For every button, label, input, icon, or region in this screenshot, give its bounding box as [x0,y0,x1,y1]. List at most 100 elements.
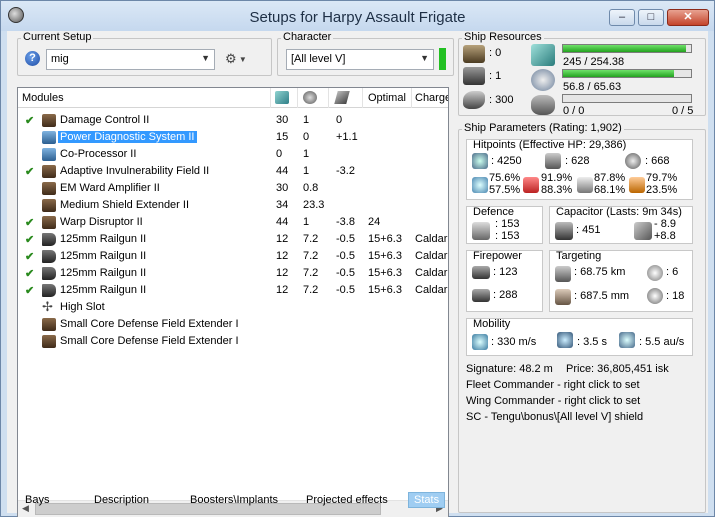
module-row[interactable]: ✔ Damage Control II 30 1 0 [18,112,448,129]
high-slot-icon: ✢ [42,299,53,312]
module-row[interactable]: ✔ 125mm Railgun II 12 7.2 -0.5 15+6.3 Caldari [18,231,448,248]
online-check-icon[interactable]: ✔ [25,284,34,297]
module-name: Co-Processor II [60,148,137,160]
module-optimal: 15+6.3 [368,250,402,262]
structure-hp: : 668 [645,155,670,167]
module-powergrid: 7.2 [303,284,319,296]
module-row[interactable]: Small Core Defense Field Extender I [18,316,448,333]
module-icon [42,199,56,212]
turret-dps: : 123 [493,266,518,278]
powergrid-column-icon[interactable] [303,91,317,104]
cpu-column-icon[interactable] [275,91,289,104]
module-name: Damage Control II [60,114,150,126]
module-row[interactable]: Co-Processor II 0 1 [18,146,448,163]
minimize-button[interactable]: – [609,9,635,26]
header-charge[interactable]: Charge [415,92,448,104]
armor-icon [545,153,561,169]
character-select[interactable]: [All level V] ▼ [286,49,434,70]
cpu-bar-fill [563,45,687,52]
module-capacitor: 0 [336,114,343,126]
align-time-icon [557,332,573,348]
targeting-label: Targeting [556,250,602,262]
module-icon [42,284,56,297]
module-row[interactable]: ✢ High Slot [18,299,448,316]
powergrid-bar-fill [563,70,674,77]
powergrid-bar [562,69,692,78]
module-row[interactable]: ✔ Adaptive Invulnerability Field II 44 1 -3.… [18,163,448,180]
modules-list[interactable]: Modules Optimal Charge ✔ Damage Control I… [17,87,449,517]
module-cpu: 12 [276,233,289,245]
tools-menu-icon[interactable]: ⚙ ▼ [225,51,259,67]
tab-description[interactable]: Description [94,494,149,506]
module-cpu: 12 [276,284,289,296]
module-row[interactable]: ✔ Warp Disruptor II 44 1 -3.8 24 [18,214,448,231]
drone-bandwidth-icon [531,95,555,115]
module-row[interactable]: ✔ 125mm Railgun II 12 7.2 -0.5 15+6.3 Caldari [18,282,448,299]
module-name: High Slot [60,301,105,313]
module-name: Small Core Defense Field Extender I [60,335,239,347]
module-row[interactable]: ✔ 125mm Railgun II 12 7.2 -0.5 15+6.3 Caldari [18,248,448,265]
online-check-icon[interactable]: ✔ [25,114,34,127]
module-row[interactable]: Small Core Defense Field Extender I [18,333,448,350]
ship-resources-label: Ship Resources [462,31,544,43]
signature-text: Signature: 48.2 m [466,363,553,375]
module-powergrid: 7.2 [303,267,319,279]
fleet-commander-text[interactable]: Fleet Commander - right click to set [466,379,640,391]
resist-kinetic-a: 87.8% [594,172,626,184]
armor-hp: : 628 [565,155,590,167]
setup-select[interactable]: mig ▼ [46,49,215,70]
wing-commander-text[interactable]: Wing Commander - right click to set [466,395,640,407]
module-name: Warp Disruptor II [60,216,143,228]
targeting-range-icon [555,266,571,282]
maximize-button[interactable]: □ [638,9,664,26]
capacitor-amount: : 451 [576,224,601,236]
module-cpu: 30 [276,114,289,126]
module-cpu: 0 [276,148,283,160]
squad-commander-text[interactable]: SC - Tengu\bonus\[All level V] shield [466,411,643,423]
explosive-resist-icon [629,177,645,193]
module-row[interactable]: ✔ 125mm Railgun II 12 7.2 -0.5 15+6.3 Caldari [18,265,448,282]
capacitor-icon [555,222,573,240]
ship-parameters-group: Ship Parameters (Rating: 1,902) Hitpoint… [458,122,706,513]
chevron-down-icon: ▼ [201,53,210,63]
powergrid-usage: 56.8 / 65.63 [563,81,622,93]
module-row[interactable]: Medium Shield Extender II 34 23.3 [18,197,448,214]
module-cpu: 30 [276,182,289,194]
header-optimal[interactable]: Optimal [368,92,406,104]
window: Setups for Harpy Assault Frigate – □ ✕ C… [0,0,715,517]
max-velocity: : 330 m/s [491,336,537,348]
online-check-icon[interactable]: ✔ [25,250,34,263]
module-powergrid: 1 [303,148,310,160]
launcher-hardpoint-icon [463,67,485,85]
module-cpu: 12 [276,267,289,279]
tab-projected-effects[interactable]: Projected effects [306,494,388,506]
module-row[interactable]: EM Ward Amplifier II 30 0.8 [18,180,448,197]
online-check-icon[interactable]: ✔ [25,165,34,178]
module-name: EM Ward Amplifier II [60,182,160,194]
module-cpu: 44 [276,165,289,177]
header-modules[interactable]: Modules [22,92,64,104]
module-capacitor: -0.5 [336,267,355,279]
module-row[interactable]: Power Diagnostic System II 15 0 +1.1 [18,129,448,146]
module-capacitor: -0.5 [336,233,355,245]
resist-kinetic-b: 68.1% [594,184,626,196]
targeting-box: Targeting : 68.75 km : 6 : 687.5 mm : 18 [549,250,693,312]
module-name: 125mm Railgun II [60,233,147,245]
tab-stats[interactable]: Stats [408,492,446,508]
module-cpu: 15 [276,131,289,143]
module-optimal: 15+6.3 [368,233,402,245]
tab-bays[interactable]: Bays [25,494,49,506]
tab-boosters-implants[interactable]: Boosters\Implants [190,494,278,506]
current-setup-group: Current Setup ? mig ▼ ⚙ ▼ [17,31,272,76]
help-icon[interactable]: ? [25,51,40,66]
window-title: Setups for Harpy Assault Frigate [249,9,466,26]
module-icon [42,250,56,263]
character-select-value: [All level V] [291,53,346,65]
kinetic-resist-icon [577,177,593,193]
close-button[interactable]: ✕ [667,9,709,26]
capacitor-column-icon[interactable] [334,91,350,104]
online-check-icon[interactable]: ✔ [25,216,34,229]
online-check-icon[interactable]: ✔ [25,233,34,246]
module-icon [42,114,56,127]
online-check-icon[interactable]: ✔ [25,267,34,280]
